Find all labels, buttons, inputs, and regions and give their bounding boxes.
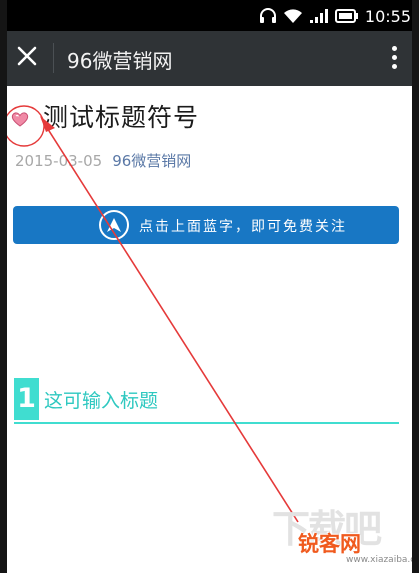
close-button[interactable] [6,35,52,81]
section-number: 1 [14,378,39,420]
heart-emoji-icon [11,112,29,127]
battery-icon [334,9,359,23]
screen-bezel-left [0,0,7,573]
account-name-link[interactable]: 96微营销网 [112,152,191,170]
more-options-button[interactable] [379,37,409,79]
app-bar-title: 96微营销网 [67,49,173,73]
publish-date: 2015-03-05 [15,152,103,170]
section-underline [14,422,399,424]
article-title: 测试标题符号 [43,103,200,132]
screen-bezel-right [412,0,419,573]
signal-icon [309,8,329,24]
watermark-url: www.xiazaiba.com [346,555,419,565]
wifi-icon [283,8,303,24]
headphones-icon [259,8,277,24]
annotation-arrow [43,122,299,523]
close-icon [17,46,37,66]
watermark-front-text: 锐客网 [298,532,361,556]
app-bar-divider [53,43,54,73]
status-icons: 10:55 [259,5,411,27]
arrow-up-logo-icon [99,210,129,240]
watermark: 下载吧 锐客网 www.xiazaiba.com [268,498,419,573]
section-title: 这可输入标题 [44,390,159,412]
follow-banner[interactable]: 点击上面蓝字，即可免费关注 [13,206,399,244]
follow-banner-text: 点击上面蓝字，即可免费关注 [139,219,347,235]
article-meta: 2015-03-05 96微营销网 [15,150,191,171]
status-time: 10:55 [364,6,411,26]
status-bar: 10:55 [0,0,419,31]
app-bar: 96微营销网 [0,31,419,86]
